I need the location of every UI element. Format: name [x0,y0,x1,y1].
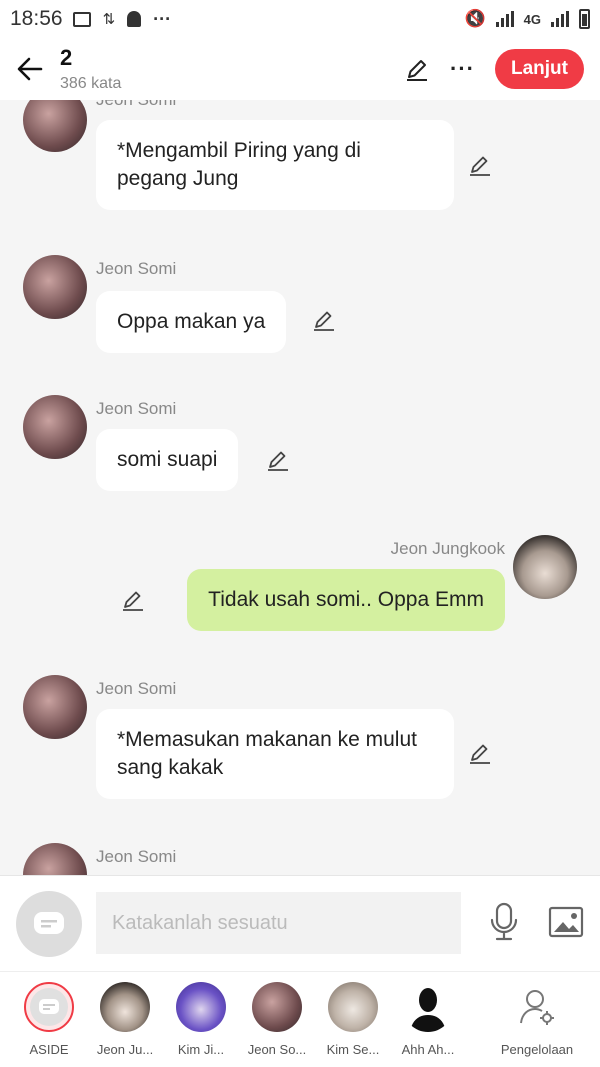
character-jeon-jungkook[interactable]: Jeon Ju... [87,982,163,1057]
status-time: 18:56 [10,7,63,30]
character-jeon-somi[interactable]: Jeon So... [239,982,315,1057]
edit-message-icon[interactable] [467,740,493,766]
message-bubble[interactable]: Tidak usah somi.. Oppa Emm [187,569,505,631]
status-bar: 18:56 ⇅ ··· 🔇 4G [0,0,600,38]
avatar [176,982,226,1032]
chat-bubble-icon [34,912,64,934]
character-label: Kim Ji... [177,1042,225,1057]
microphone-icon[interactable] [488,902,520,942]
character-kim-seokjin[interactable]: Kim Se... [315,982,391,1057]
message-bubble[interactable]: somi suapi [96,429,239,491]
more-notifications-icon: ··· [153,8,172,29]
avatar[interactable] [23,255,87,319]
avatar[interactable] [23,395,87,459]
narration-toggle-button[interactable] [16,891,82,957]
avatar [100,982,150,1032]
character-label: Kim Se... [326,1042,380,1057]
signal-icon [495,11,514,27]
edit-message-icon[interactable] [311,307,337,333]
character-label: Jeon So... [247,1042,307,1057]
image-icon[interactable] [548,906,584,938]
avatar[interactable] [23,675,87,739]
edit-message-icon[interactable] [120,587,146,613]
character-label: Ahh Ah... [401,1042,455,1057]
avatar[interactable] [23,100,87,152]
edit-title-icon[interactable] [404,56,430,82]
avatar [252,982,302,1032]
character-ahh[interactable]: Ahh Ah... [390,982,466,1057]
bell-icon [127,11,142,27]
sender-name: Jeon Somi [96,100,176,110]
transfer-notification-icon: ⇅ [102,11,116,28]
signal-icon-2 [551,11,569,27]
page-title: 2 [60,45,73,70]
character-label: ASIDE [29,1042,69,1057]
message-bubble[interactable]: *Memasukan makanan ke mulut sang kakak [96,709,454,799]
user-settings-icon [520,990,554,1025]
avatar[interactable] [513,535,577,599]
edit-message-icon[interactable] [467,152,493,178]
composer-bar [0,875,600,971]
character-aside[interactable]: ASIDE [11,982,87,1057]
sender-name: Jeon Jungkook [390,539,505,558]
next-button[interactable]: Lanjut [495,49,584,89]
sender-name: Jeon Somi [96,399,177,418]
message-bubble[interactable]: Oppa makan ya [96,291,287,353]
message-input[interactable] [96,892,461,954]
battery-icon [579,9,590,29]
chat-header: 2 386 kata ··· Lanjut [0,38,600,100]
character-bar: ASIDE Jeon Ju... Kim Ji... Jeon So... Ki… [0,971,600,1067]
avatar [328,982,378,1032]
gallery-notification-icon [72,11,91,27]
chat-list[interactable]: Jeon Somi *Mengambil Piring yang di pega… [0,100,600,875]
silhouette-avatar [403,982,453,1032]
header-titles: 2 386 kata [60,45,121,93]
edit-message-icon[interactable] [265,447,291,473]
network-type: 4G [523,11,541,27]
message-bubble[interactable]: *Mengambil Piring yang di pegang Jung [96,120,454,210]
management-button[interactable]: Pengelolaan [497,982,577,1057]
person-silhouette-icon [410,988,446,1032]
back-arrow-icon [17,57,43,81]
more-options-icon[interactable]: ··· [450,56,475,82]
mute-icon: 🔇 [464,9,486,28]
aside-avatar [24,982,74,1032]
word-count: 386 kata [60,75,122,92]
avatar[interactable] [23,843,87,875]
character-label: Pengelolaan [500,1042,574,1057]
character-label: Jeon Ju... [96,1042,154,1057]
character-kim-jimin[interactable]: Kim Ji... [163,982,239,1057]
back-button[interactable] [0,38,60,100]
chat-bubble-icon [39,999,59,1014]
management-avatar [512,982,562,1032]
sender-name: Jeon Somi [96,847,177,866]
sender-name: Jeon Somi [96,679,177,698]
sender-name: Jeon Somi [96,259,177,278]
